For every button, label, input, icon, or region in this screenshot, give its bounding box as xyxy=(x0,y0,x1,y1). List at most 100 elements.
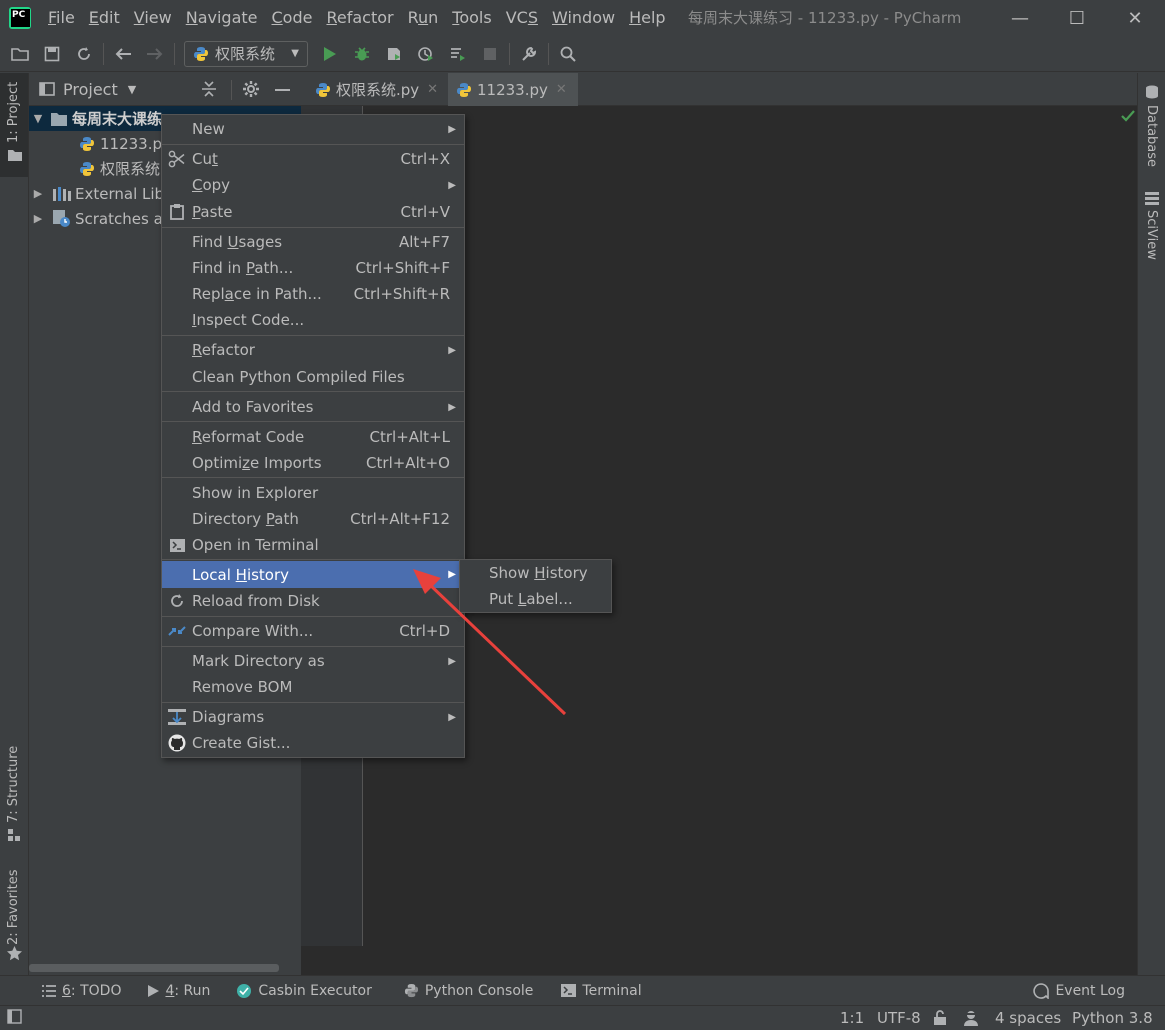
tab-permission-system[interactable]: 权限系统.py ✕ xyxy=(307,73,446,106)
menu-item-compare-with[interactable]: Compare With... Ctrl+D xyxy=(162,618,464,644)
debug-bug-icon[interactable] xyxy=(346,36,378,72)
expand-arrow-icon[interactable]: ▶ xyxy=(31,212,45,225)
menu-edit[interactable]: Edit xyxy=(82,0,127,36)
minimize-button[interactable]: — xyxy=(995,0,1045,36)
menu-item-clean-compiled[interactable]: Clean Python Compiled Files xyxy=(162,364,464,390)
horizontal-scrollbar[interactable] xyxy=(29,964,279,972)
hide-panel-icon[interactable] xyxy=(275,89,290,91)
event-log-button[interactable]: Event Log xyxy=(1033,983,1125,999)
menu-item-put-label[interactable]: Put Label... xyxy=(489,590,573,608)
editor-bottom-area xyxy=(301,946,1137,975)
menu-item-create-gist[interactable]: Create Gist... xyxy=(162,730,464,756)
python-icon xyxy=(194,46,208,61)
close-window-button[interactable]: ✕ xyxy=(1110,0,1160,36)
menu-item-remove-bom[interactable]: Remove BOM xyxy=(162,674,464,700)
menu-item-find-usages[interactable]: Find Usages Alt+F7 xyxy=(162,229,464,255)
menu-item-replace-in-path[interactable]: Replace in Path... Ctrl+Shift+R xyxy=(162,281,464,307)
menu-item-refactor[interactable]: Refactor ▶ xyxy=(162,337,464,363)
tab-11233[interactable]: 11233.py ✕ xyxy=(448,73,578,106)
menu-item-show-history[interactable]: Show History xyxy=(489,564,588,582)
menu-item-new[interactable]: New ▶ xyxy=(162,116,464,142)
run-icon[interactable] xyxy=(314,36,346,72)
editor-tab-bar: 权限系统.py ✕ 11233.py ✕ xyxy=(301,73,1137,106)
menu-refactor[interactable]: Refactor xyxy=(319,0,400,36)
submenu-arrow-icon: ▶ xyxy=(448,401,456,413)
menu-item-reformat-code[interactable]: Reformat Code Ctrl+Alt+L xyxy=(162,424,464,450)
menu-item-add-to-favorites[interactable]: Add to Favorites ▶ xyxy=(162,394,464,420)
sciview-tool-tab[interactable]: SciView xyxy=(1138,188,1165,268)
tree-item-label: 权限系统 xyxy=(100,160,161,178)
sync-icon[interactable] xyxy=(68,36,100,72)
casbin-executor-button[interactable]: Casbin Executor xyxy=(236,983,372,999)
close-tab-icon[interactable]: ✕ xyxy=(556,82,567,97)
menu-tools[interactable]: Tools xyxy=(445,0,498,36)
database-tool-tab[interactable]: Database xyxy=(1138,81,1165,171)
submenu-arrow-icon: ▶ xyxy=(448,569,456,580)
project-tool-tab[interactable]: 1: Project xyxy=(0,73,28,177)
menu-code[interactable]: Code xyxy=(265,0,320,36)
todo-tool-button[interactable]: 6: TODO xyxy=(42,983,121,999)
menu-item-show-in-explorer[interactable]: Show in Explorer xyxy=(162,480,464,506)
file-encoding[interactable]: UTF-8 xyxy=(877,1009,921,1027)
save-icon[interactable] xyxy=(36,36,68,72)
menu-item-diagrams[interactable]: Diagrams ▶ xyxy=(162,704,464,730)
profile-icon[interactable] xyxy=(410,36,442,72)
menu-view[interactable]: View xyxy=(127,0,179,36)
menu-item-open-in-terminal[interactable]: Open in Terminal xyxy=(162,532,464,558)
expand-arrow-icon[interactable]: ▼ xyxy=(31,112,45,125)
menu-run[interactable]: Run xyxy=(401,0,446,36)
check-icon xyxy=(1121,110,1135,122)
menu-item-copy[interactable]: Copy ▶ xyxy=(162,172,464,198)
python-interpreter[interactable]: Python 3.8 xyxy=(1072,1009,1153,1027)
menu-item-paste[interactable]: Paste Ctrl+V xyxy=(162,199,464,225)
menu-navigate[interactable]: Navigate xyxy=(179,0,265,36)
menu-item-reload-from-disk[interactable]: Reload from Disk xyxy=(162,588,464,614)
back-arrow-icon[interactable] xyxy=(107,36,139,72)
pycharm-logo-icon xyxy=(9,7,31,29)
run-tool-button[interactable]: 4: Run xyxy=(148,983,210,999)
toggle-tool-windows-icon[interactable] xyxy=(7,1008,22,1028)
expand-arrow-icon[interactable]: ▶ xyxy=(31,187,45,200)
run-configuration-select[interactable]: 权限系统 ▼ xyxy=(184,40,308,67)
menu-file[interactable]: File xyxy=(41,0,82,36)
menu-item-directory-path[interactable]: Directory Path Ctrl+Alt+F12 xyxy=(162,506,464,532)
tab-label: 权限系统.py xyxy=(336,81,420,99)
indent-setting[interactable]: 4 spaces xyxy=(995,1009,1061,1027)
tree-item-label: Scratches a xyxy=(75,209,163,228)
project-view-select[interactable]: Project ▼ xyxy=(39,80,136,99)
menu-item-local-history[interactable]: Local History ▶ xyxy=(162,561,464,588)
open-folder-icon[interactable] xyxy=(4,36,36,72)
menu-item-inspect-code[interactable]: Inspect Code... xyxy=(162,307,464,333)
window-title: 每周末大课练习 - 11233.py - PyCharm xyxy=(688,9,962,27)
forward-arrow-icon[interactable] xyxy=(139,36,171,72)
inspector-icon[interactable] xyxy=(962,1009,980,1027)
unlock-icon[interactable] xyxy=(933,1010,947,1026)
menu-vcs[interactable]: VCS xyxy=(499,0,545,36)
menu-help[interactable]: Help xyxy=(622,0,672,36)
caret-position[interactable]: 1:1 xyxy=(840,1009,864,1027)
coverage-icon[interactable] xyxy=(378,36,410,72)
terminal-tool-button[interactable]: Terminal xyxy=(561,983,642,999)
structure-tool-tab[interactable]: 7: Structure xyxy=(0,743,28,853)
python-console-button[interactable]: Python Console xyxy=(404,983,533,999)
favorites-tool-tab[interactable]: 2: Favorites xyxy=(0,863,28,973)
maximize-button[interactable]: ☐ xyxy=(1052,0,1102,36)
run-concurrency-icon[interactable] xyxy=(442,36,474,72)
python-file-icon xyxy=(457,82,471,97)
menu-window[interactable]: Window xyxy=(545,0,622,36)
menu-item-mark-directory-as[interactable]: Mark Directory as ▶ xyxy=(162,648,464,674)
collapse-all-icon[interactable] xyxy=(201,80,217,102)
chevron-down-icon: ▼ xyxy=(127,82,137,96)
menu-item-optimize-imports[interactable]: Optimize Imports Ctrl+Alt+O xyxy=(162,450,464,476)
menu-item-find-in-path[interactable]: Find in Path... Ctrl+Shift+F xyxy=(162,255,464,281)
project-panel-header: Project ▼ xyxy=(29,73,301,106)
tree-item-label: External Lib xyxy=(75,184,165,203)
python-file-icon xyxy=(80,161,94,176)
settings-wrench-icon[interactable] xyxy=(513,36,545,72)
stop-icon[interactable] xyxy=(474,36,506,72)
gear-icon[interactable] xyxy=(242,80,260,102)
close-tab-icon[interactable]: ✕ xyxy=(427,82,438,97)
search-icon[interactable] xyxy=(552,36,584,72)
menu-item-cut[interactable]: Cut Ctrl+X xyxy=(162,146,464,172)
code-editor[interactable] xyxy=(363,106,1137,946)
